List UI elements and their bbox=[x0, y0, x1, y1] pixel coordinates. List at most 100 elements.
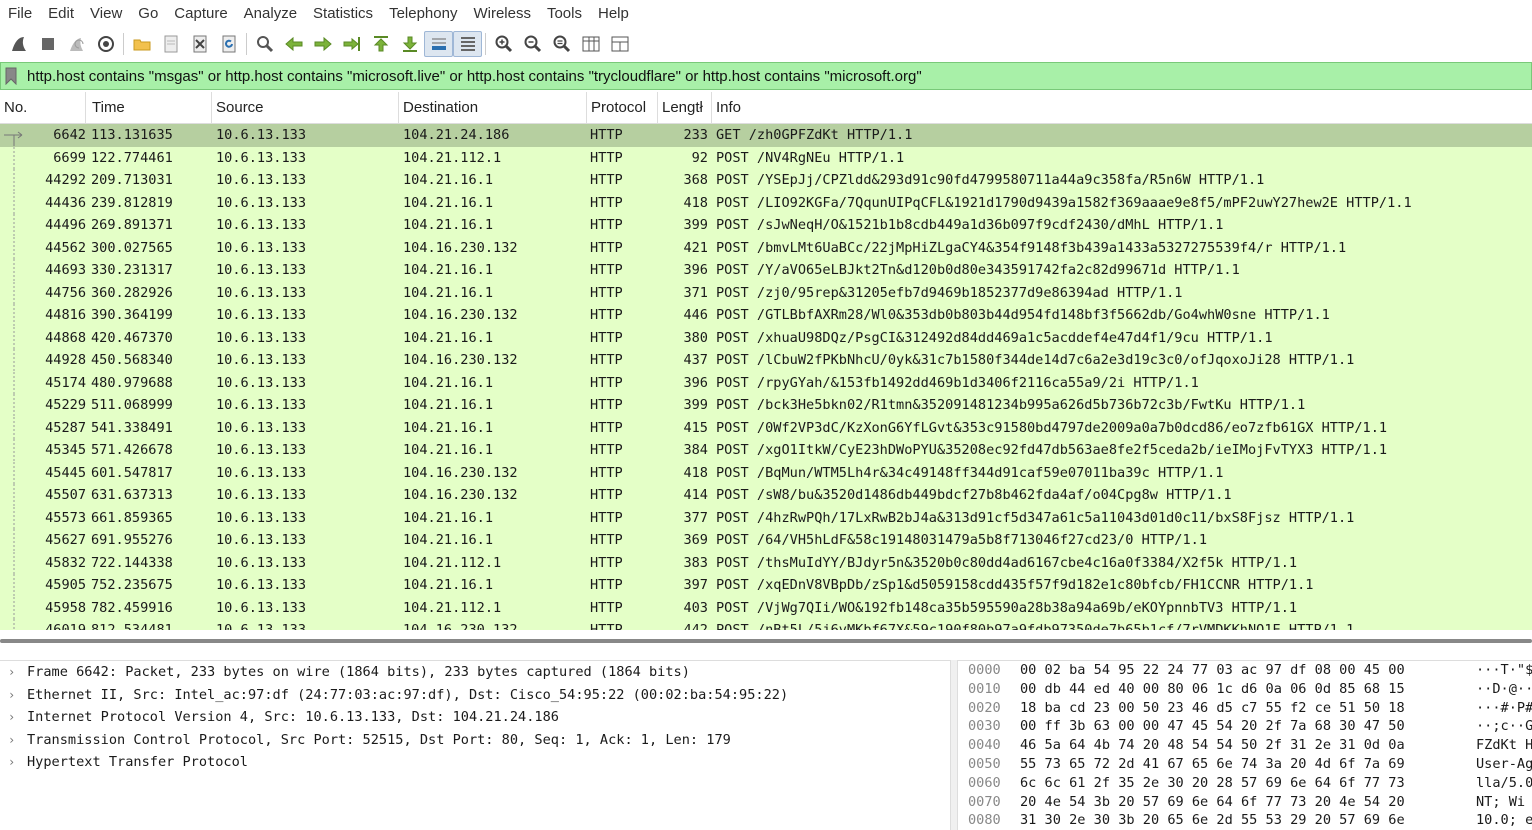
filter-bookmark-icon[interactable] bbox=[1, 62, 21, 90]
column-header-info[interactable]: Info bbox=[712, 92, 1532, 124]
packet-row[interactable]: 44562 300.027565 10.6.13.133 104.16.230.132… bbox=[0, 236, 1532, 260]
packet-cell-proto: HTTP bbox=[590, 419, 623, 436]
hex-offset: 0000 bbox=[968, 662, 1001, 678]
stop-square-icon[interactable] bbox=[33, 31, 62, 57]
go-forward-arrow-icon[interactable] bbox=[308, 31, 337, 57]
zoom-normal-icon[interactable] bbox=[547, 31, 576, 57]
packet-row[interactable]: 6699 122.774461 10.6.13.133 104.21.112.1 HTT… bbox=[0, 146, 1532, 170]
chevron-right-icon[interactable]: › bbox=[8, 684, 15, 707]
packet-row[interactable]: 44693 330.231317 10.6.13.133 104.21.16.1 HTT… bbox=[0, 259, 1532, 282]
chevron-right-icon[interactable]: › bbox=[8, 751, 15, 774]
chevron-right-icon[interactable]: › bbox=[8, 661, 15, 684]
menu-analyze[interactable]: Analyze bbox=[236, 0, 305, 28]
packet-cell-src: 10.6.13.133 bbox=[216, 239, 307, 256]
hex-row[interactable]: 0000 00 02 ba 54 95 22 24 77 03 ac 97 df … bbox=[958, 661, 1532, 680]
last-packet-icon[interactable] bbox=[395, 31, 424, 57]
packet-row[interactable]: 45958 782.459916 10.6.13.133 104.21.112.1 HT… bbox=[0, 596, 1532, 620]
menu-file[interactable]: File bbox=[0, 0, 40, 28]
packet-cell-dst: 104.16.230.132 bbox=[403, 622, 518, 630]
reload-icon[interactable] bbox=[214, 31, 243, 57]
hex-row[interactable]: 0050 55 73 65 72 2d 41 67 65 6e 74 3a 20 … bbox=[958, 755, 1532, 774]
packet-row[interactable]: 44868 420.467370 10.6.13.133 104.21.16.1 HTT… bbox=[0, 326, 1532, 350]
restart-fin-icon[interactable] bbox=[62, 31, 91, 57]
find-magnifier-icon[interactable] bbox=[250, 31, 279, 57]
packet-cell-no: 46019 bbox=[45, 622, 86, 630]
layout-icon[interactable] bbox=[605, 31, 634, 57]
menu-edit[interactable]: Edit bbox=[40, 0, 82, 28]
menu-go[interactable]: Go bbox=[130, 0, 166, 28]
packet-row[interactable]: 44496 269.891371 10.6.13.133 104.21.16.1 HTT… bbox=[0, 214, 1532, 237]
packet-row[interactable]: 45229 511.068999 10.6.13.133 104.21.16.1 HTT… bbox=[0, 394, 1532, 417]
packet-row[interactable]: 45905 752.235675 10.6.13.133 104.21.16.1 HTT… bbox=[0, 574, 1532, 597]
packet-row[interactable]: 45287 541.338491 10.6.13.133 104.21.16.1 HTT… bbox=[0, 416, 1532, 440]
detail-tree-item[interactable]: › Hypertext Transfer Protocol bbox=[0, 751, 950, 774]
packet-row[interactable]: 45627 691.955276 10.6.13.133 104.21.16.1 HTT… bbox=[0, 529, 1532, 552]
hex-row[interactable]: 0010 00 db 44 ed 40 00 80 06 1c d6 0a 06 … bbox=[958, 680, 1532, 699]
detail-tree-item[interactable]: › Transmission Control Protocol, Src Port… bbox=[0, 729, 950, 752]
menu-telephony[interactable]: Telephony bbox=[381, 0, 465, 28]
open-folder-icon[interactable] bbox=[127, 31, 156, 57]
packet-row[interactable]: 45445 601.547817 10.6.13.133 104.16.230.132… bbox=[0, 461, 1532, 485]
resize-columns-icon[interactable] bbox=[576, 31, 605, 57]
zoom-in-icon[interactable] bbox=[489, 31, 518, 57]
packet-row[interactable]: 44292 209.713031 10.6.13.133 104.21.16.1 HTT… bbox=[0, 169, 1532, 192]
column-header-destination[interactable]: Destination bbox=[399, 92, 587, 124]
packet-cell-src: 10.6.13.133 bbox=[216, 284, 307, 301]
packet-row[interactable]: 45174 480.979688 10.6.13.133 104.21.16.1 HTT… bbox=[0, 371, 1532, 395]
colorize-icon[interactable] bbox=[453, 31, 482, 57]
hex-row[interactable]: 0060 6c 6c 61 2f 35 2e 30 20 28 57 69 6e … bbox=[958, 774, 1532, 793]
detail-tree-item[interactable]: › Frame 6642: Packet, 233 bytes on wire (… bbox=[0, 661, 950, 684]
packet-row[interactable]: 6642 113.131635 10.6.13.133 104.21.24.186 HT… bbox=[0, 124, 1532, 147]
pane-splitter[interactable] bbox=[950, 660, 958, 830]
hex-row[interactable]: 0080 31 30 2e 30 3b 20 65 6e 2d 55 53 29 … bbox=[958, 811, 1532, 830]
autoscroll-icon[interactable] bbox=[424, 31, 453, 57]
hex-row[interactable]: 0040 46 5a 64 4b 74 20 48 54 54 50 2f 31 … bbox=[958, 736, 1532, 755]
packet-cell-info: POST /4hzRwPQh/17LxRwB2bJ4a&313d91cf5d34… bbox=[716, 509, 1355, 526]
hex-row[interactable]: 0030 00 ff 3b 63 00 00 47 45 54 20 2f 7a … bbox=[958, 717, 1532, 736]
hscrollbar-thumb[interactable] bbox=[0, 639, 1532, 643]
column-header-time[interactable]: Time bbox=[86, 92, 212, 124]
packet-row[interactable]: 46019 812.534481 10.6.13.133 104.16.230.132… bbox=[0, 619, 1532, 630]
packet-row[interactable]: 45345 571.426678 10.6.13.133 104.21.16.1 HTT… bbox=[0, 439, 1532, 462]
shark-fin-start-icon[interactable] bbox=[4, 31, 33, 57]
packet-row[interactable]: 44756 360.282926 10.6.13.133 104.21.16.1 HTT… bbox=[0, 281, 1532, 305]
packet-cell-dst: 104.21.16.1 bbox=[403, 532, 494, 548]
hex-row[interactable]: 0020 18 ba cd 23 00 50 23 46 d5 c7 55 f2 … bbox=[958, 699, 1532, 718]
packet-row[interactable]: 44436 239.812819 10.6.13.133 104.21.16.1 HTT… bbox=[0, 191, 1532, 215]
menu-wireless[interactable]: Wireless bbox=[465, 0, 539, 28]
column-header-no[interactable]: No. bbox=[0, 92, 86, 124]
detail-tree-item[interactable]: › Internet Protocol Version 4, Src: 10.6.… bbox=[0, 706, 950, 729]
menu-help[interactable]: Help bbox=[590, 0, 637, 28]
close-file-icon[interactable] bbox=[185, 31, 214, 57]
packet-list-hscrollbar[interactable] bbox=[0, 630, 1532, 654]
menu-statistics[interactable]: Statistics bbox=[305, 0, 381, 28]
packet-row[interactable]: 45573 661.859365 10.6.13.133 104.21.16.1 HTT… bbox=[0, 506, 1532, 530]
menu-tools[interactable]: Tools bbox=[539, 0, 590, 28]
hex-row[interactable]: 0070 20 4e 54 3b 20 57 69 6e 64 6f 77 73 … bbox=[958, 793, 1532, 812]
chevron-right-icon[interactable]: › bbox=[8, 706, 15, 729]
packet-row[interactable]: 44928 450.568340 10.6.13.133 104.16.230.132… bbox=[0, 349, 1532, 372]
column-header-protocol[interactable]: Protocol bbox=[587, 92, 658, 124]
packet-cell-no: 45905 bbox=[45, 577, 86, 593]
packet-row[interactable]: 45832 722.144338 10.6.13.133 104.21.112.1 HT… bbox=[0, 551, 1532, 575]
menu-capture[interactable]: Capture bbox=[166, 0, 235, 28]
packet-cell-dst: 104.21.112.1 bbox=[403, 599, 502, 616]
packet-cell-proto: HTTP bbox=[590, 442, 623, 458]
column-header-source[interactable]: Source bbox=[212, 92, 399, 124]
detail-tree-item[interactable]: › Ethernet II, Src: Intel_ac:97:df (24:77… bbox=[0, 684, 950, 707]
packet-cell-proto: HTTP bbox=[590, 509, 623, 526]
go-to-packet-icon[interactable] bbox=[337, 31, 366, 57]
go-back-arrow-icon[interactable] bbox=[279, 31, 308, 57]
packet-cell-info: POST /xqEDnV8VBpDb/zSp1&d5059158cdd435f5… bbox=[716, 577, 1314, 593]
zoom-out-icon[interactable] bbox=[518, 31, 547, 57]
display-filter-input[interactable] bbox=[21, 64, 1531, 88]
capture-options-gear-icon[interactable] bbox=[91, 31, 120, 57]
save-file-icon[interactable] bbox=[156, 31, 185, 57]
packet-row[interactable]: 44816 390.364199 10.6.13.133 104.16.230.132… bbox=[0, 304, 1532, 327]
column-header-length[interactable]: Lengtł bbox=[658, 92, 712, 124]
first-packet-icon[interactable] bbox=[366, 31, 395, 57]
menu-view[interactable]: View bbox=[82, 0, 130, 28]
packet-row[interactable]: 45507 631.637313 10.6.13.133 104.16.230.132… bbox=[0, 484, 1532, 507]
chevron-right-icon[interactable]: › bbox=[8, 729, 15, 752]
packet-list[interactable]: 6642 113.131635 10.6.13.133 104.21.24.186 HT… bbox=[0, 124, 1532, 630]
